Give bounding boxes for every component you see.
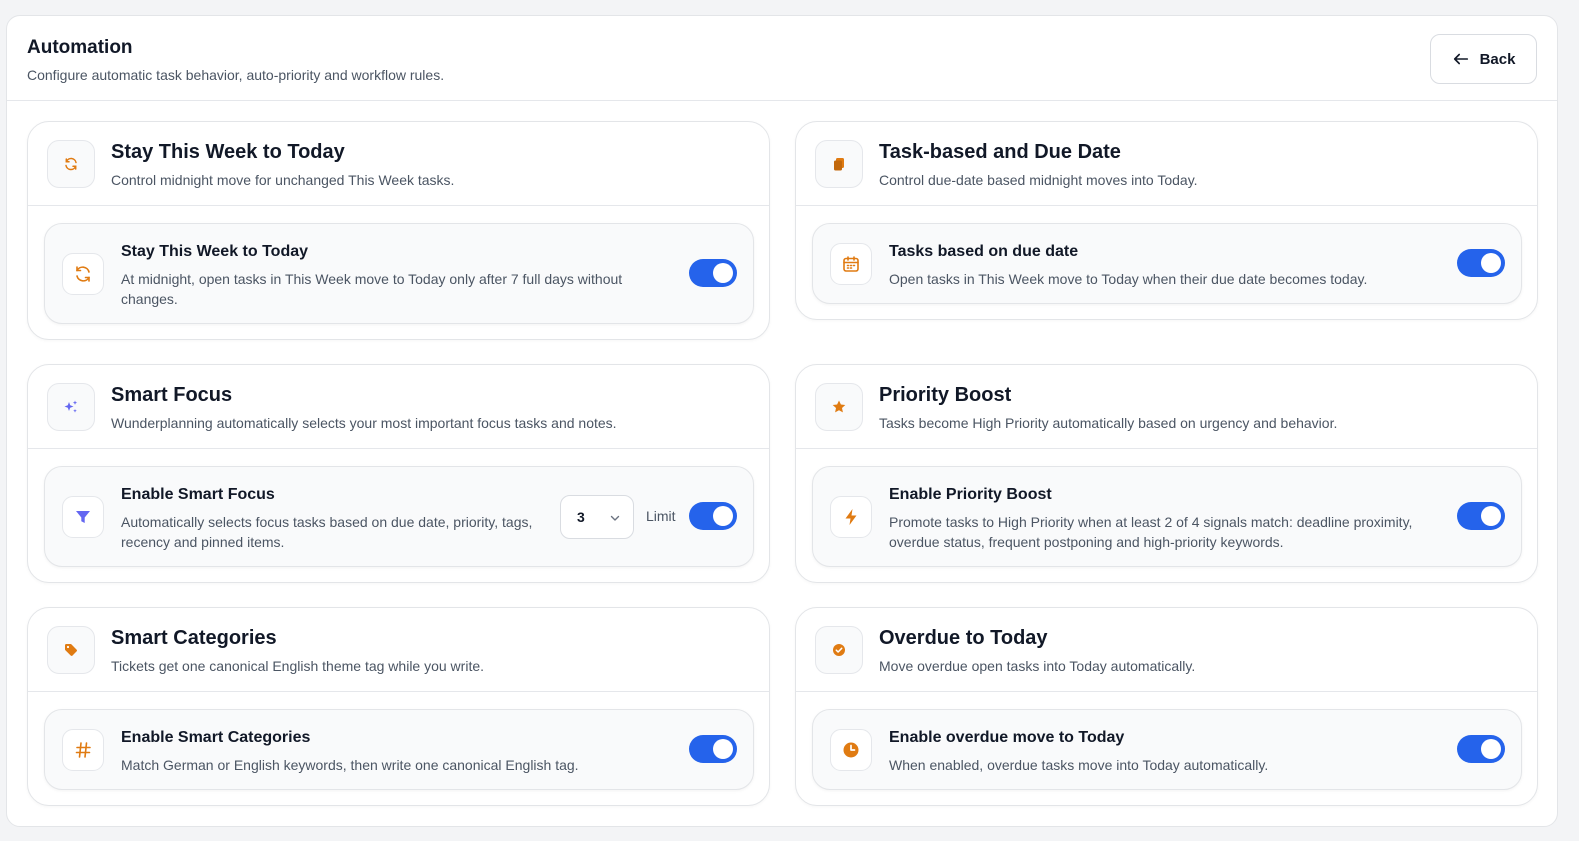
setting-priority-boost: Enable Priority Boost Promote tasks to H… (812, 466, 1522, 567)
setting-title: Stay This Week to Today (121, 243, 309, 260)
setting-description: Match German or English keywords, then w… (121, 757, 579, 773)
setting-title: Enable Smart Focus (121, 486, 275, 503)
star-icon (815, 383, 863, 431)
card-title: Smart Focus (111, 384, 233, 406)
focus-limit-value: 3 (577, 509, 585, 525)
setting-overdue: Enable overdue move to Today When enable… (812, 709, 1522, 790)
copy-icon (815, 140, 863, 188)
card-smart-categories: Smart Categories Tickets get one canonic… (27, 607, 770, 806)
setting-title: Enable Smart Categories (121, 729, 311, 746)
filter-icon (62, 496, 104, 538)
card-stay-this-week: Stay This Week to Today Control midnight… (27, 121, 770, 340)
smart-focus-toggle[interactable] (689, 502, 737, 530)
card-title: Overdue to Today (879, 627, 1048, 649)
back-button-label: Back (1479, 50, 1516, 68)
stay-this-week-toggle[interactable] (689, 259, 737, 287)
card-description: Tasks become High Priority automatically… (879, 415, 1338, 431)
card-description: Wunderplanning automatically selects you… (111, 415, 617, 431)
setting-description: When enabled, overdue tasks move into To… (889, 757, 1269, 773)
card-due-date: Task-based and Due Date Control due-date… (795, 121, 1538, 320)
priority-boost-toggle[interactable] (1457, 502, 1505, 530)
card-title: Priority Boost (879, 384, 1012, 406)
card-description: Move overdue open tasks into Today autom… (879, 658, 1196, 674)
setting-smart-categories: Enable Smart Categories Match German or … (44, 709, 754, 790)
clock-icon (830, 729, 872, 771)
card-title: Task-based and Due Date (879, 141, 1121, 163)
setting-title: Tasks based on due date (889, 243, 1079, 260)
calendar-icon (830, 243, 872, 285)
arrow-left-icon (1453, 53, 1468, 65)
limit-label: Limit (646, 508, 676, 524)
card-description: Control due-date based midnight moves in… (879, 172, 1198, 188)
tag-icon (47, 626, 95, 674)
page-subtitle: Configure automatic task behavior, auto-… (27, 67, 445, 83)
card-priority-boost: Priority Boost Tasks become High Priorit… (795, 364, 1538, 583)
page-header: Automation Configure automatic task beha… (7, 16, 1557, 101)
setting-description: Open tasks in This Week move to Today wh… (889, 271, 1368, 287)
check-circle-icon (815, 626, 863, 674)
setting-description: Promote tasks to High Priority when at l… (889, 514, 1413, 550)
card-title: Smart Categories (111, 627, 277, 649)
setting-description: At midnight, open tasks in This Week mov… (121, 271, 623, 307)
setting-smart-focus: Enable Smart Focus Automatically selects… (44, 466, 754, 567)
card-title: Stay This Week to Today (111, 141, 345, 163)
lightning-icon (830, 496, 872, 538)
refresh-icon (62, 253, 104, 295)
card-description: Tickets get one canonical English theme … (111, 658, 485, 674)
refresh-icon (47, 140, 95, 188)
automation-panel: Automation Configure automatic task beha… (6, 15, 1558, 827)
setting-due-date: Tasks based on due date Open tasks in Th… (812, 223, 1522, 304)
overdue-toggle[interactable] (1457, 735, 1505, 763)
card-overdue: Overdue to Today Move overdue open tasks… (795, 607, 1538, 806)
sparkles-icon (47, 383, 95, 431)
setting-description: Automatically selects focus tasks based … (121, 514, 533, 550)
focus-limit-select[interactable]: 3 (560, 495, 634, 539)
setting-title: Enable Priority Boost (889, 486, 1052, 503)
due-date-toggle[interactable] (1457, 249, 1505, 277)
page-title: Automation (27, 37, 133, 58)
back-button[interactable]: Back (1430, 34, 1537, 84)
card-smart-focus: Smart Focus Wunderplanning automatically… (27, 364, 770, 583)
card-description: Control midnight move for unchanged This… (111, 172, 455, 188)
setting-stay-this-week: Stay This Week to Today At midnight, ope… (44, 223, 754, 324)
hash-icon (62, 729, 104, 771)
smart-categories-toggle[interactable] (689, 735, 737, 763)
chevron-down-icon (610, 515, 620, 521)
setting-title: Enable overdue move to Today (889, 729, 1125, 746)
